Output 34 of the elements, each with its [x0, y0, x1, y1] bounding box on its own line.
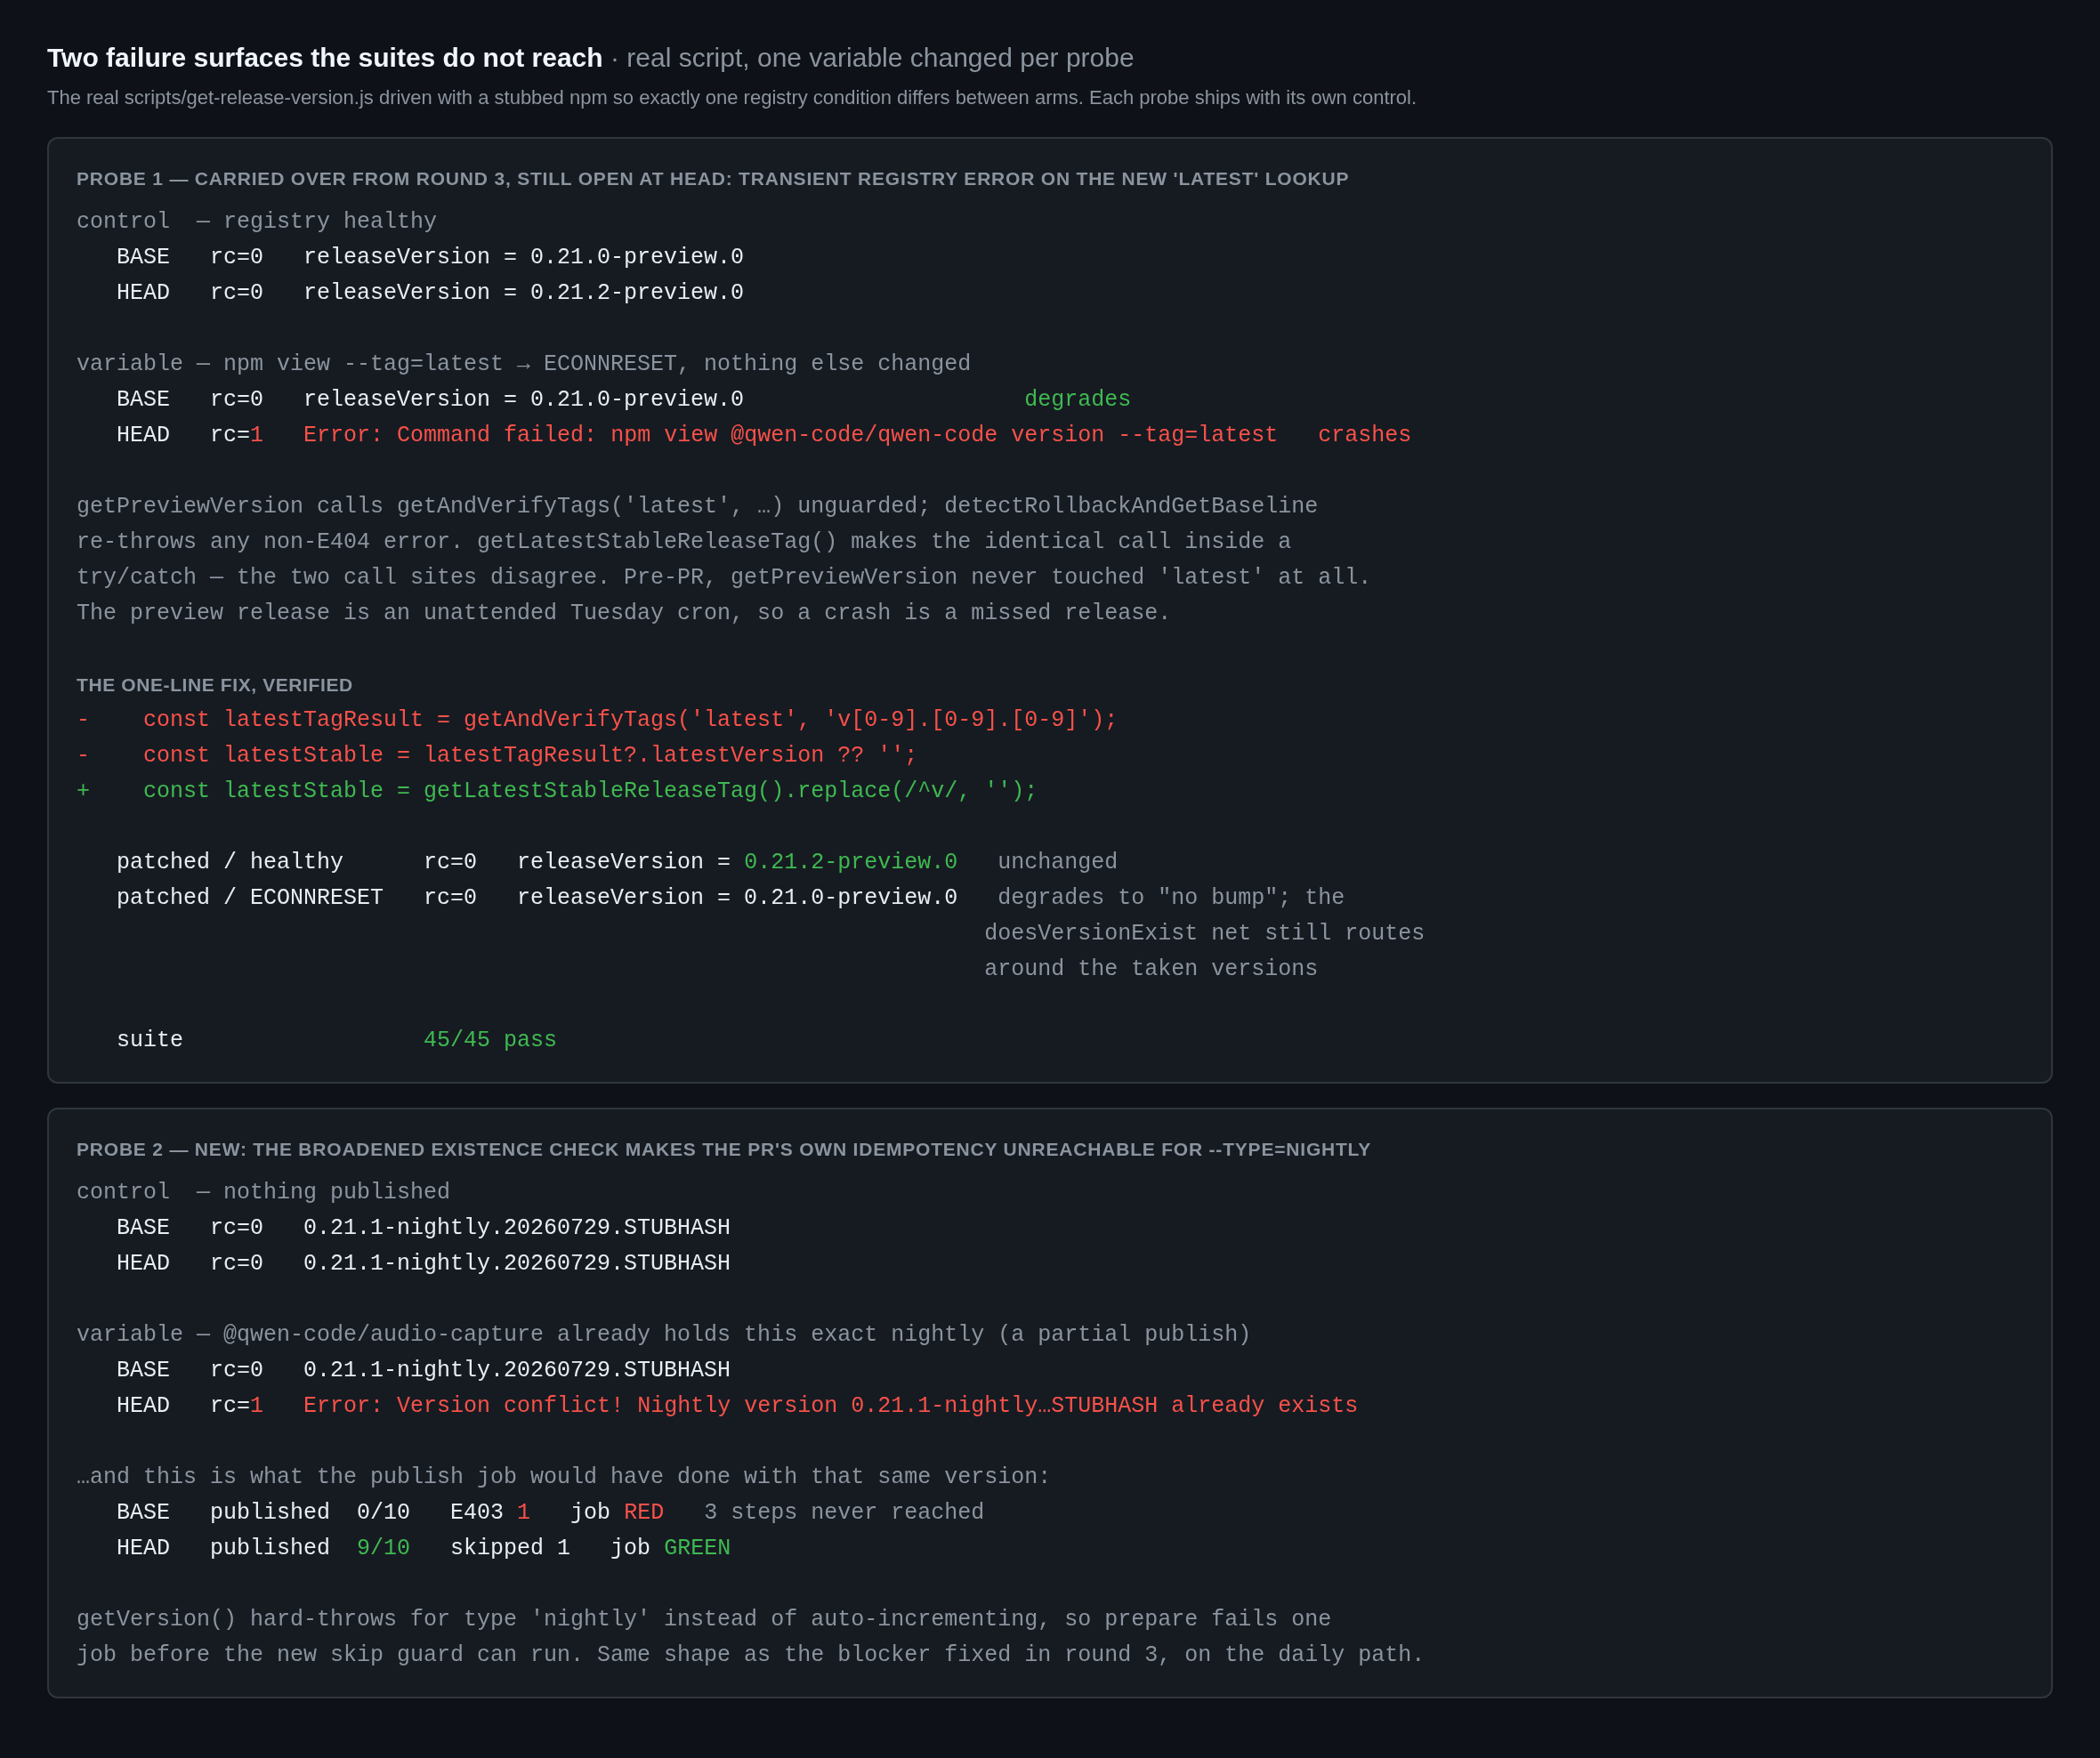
code-line: suite 45/45 pass	[116, 1027, 558, 1055]
code-line: - const latestStable = latestTagResult?.latestVersion ?? '';	[77, 742, 918, 770]
code-line: HEAD rc=1 Error: Version conflict! Nightly version 0.21.1-nightly…STUBHASH already exists	[116, 1392, 1359, 1421]
section-heading: THE ONE-LINE FIX, VERIFIED	[77, 673, 354, 697]
code-line: HEAD published 9/10 skipped 1 job GREEN	[116, 1535, 731, 1563]
code-line: + const latestStable = getLatestStableReleaseTag().replace(/^v/, '');	[77, 778, 1038, 806]
code-line: HEAD rc=1 Error: Command failed: npm view @qwen-code/qwen-code version --tag=latest crashes	[116, 422, 1412, 450]
code-line: control — registry healthy	[77, 208, 438, 237]
code-line: The preview release is an unattended Tuesday cron, so a crash is a missed release.	[77, 600, 1172, 628]
code-line: control — nothing published	[77, 1179, 451, 1207]
code-line: job before the new skip guard can run. Same shape as the blocker fixed in round 3, on the daily path.	[77, 1641, 1426, 1670]
code-line: variable — @qwen-code/audio-capture already holds this exact nightly (a partial publish)	[77, 1321, 1252, 1350]
report-title: Two failure surfaces the suites do not reach · real script, one variable changed per probe	[47, 42, 1135, 74]
code-line: variable — npm view --tag=latest → ECONNRESET, nothing else changed	[77, 351, 972, 379]
probe-title: PROBE 2 — NEW: THE BROADENED EXISTENCE CHECK MAKES THE PR'S OWN IDEMPOTENCY UNREACHABLE FOR --TYPE=NIGHTLY	[77, 1138, 1373, 1161]
report-caption: The real scripts/get-release-version.js driven with a stubbed npm so exactly one registry condition differs between arms. Each probe ships with its own control.	[47, 85, 1418, 110]
code-line: …and this is what the publish job would have done with that same version:	[77, 1464, 1052, 1492]
code-line: HEAD rc=0 releaseVersion = 0.21.2-preview.0	[116, 279, 745, 308]
code-line: BASE published 0/10 E403 1 job RED 3 steps never reached	[116, 1499, 985, 1528]
code-line: around the taken versions	[983, 956, 1319, 984]
code-line: re-throws any non-E404 error. getLatestStableReleaseTag() makes the identical call inside a	[77, 528, 1292, 557]
code-line: BASE rc=0 releaseVersion = 0.21.0-preview.0	[116, 244, 745, 272]
code-line: BASE rc=0 0.21.1-nightly.20260729.STUBHASH	[116, 1214, 731, 1243]
probe-title: PROBE 1 — CARRIED OVER FROM ROUND 3, STILL OPEN AT HEAD: TRANSIENT REGISTRY ERROR ON THE NEW 'LATEST' LOOKUP	[77, 167, 1351, 190]
code-line: HEAD rc=0 0.21.1-nightly.20260729.STUBHASH	[116, 1250, 731, 1278]
code-line: BASE rc=0 0.21.1-nightly.20260729.STUBHASH	[116, 1357, 731, 1385]
code-line: patched / ECONNRESET rc=0 releaseVersion = 0.21.0-preview.0 degrades to "no bump"; the	[116, 884, 1345, 913]
code-line: patched / healthy rc=0 releaseVersion = 0.21.2-preview.0 unchanged	[116, 849, 1119, 877]
code-line: - const latestTagResult = getAndVerifyTags('latest', 'v[0-9].[0-9].[0-9]');	[77, 706, 1119, 735]
code-line: getPreviewVersion calls getAndVerifyTags('latest', …) unguarded; detectRollbackAndGetBaseline	[77, 493, 1319, 521]
code-line: try/catch — the two call sites disagree. Pre-PR, getPreviewVersion never touched 'latest' at all.	[77, 564, 1372, 593]
code-line: getVersion() hard-throws for type 'nightly' instead of auto-incrementing, so prepare fails one	[77, 1606, 1332, 1634]
code-line: BASE rc=0 releaseVersion = 0.21.0-preview.0 degrades	[116, 386, 1132, 415]
code-line: doesVersionExist net still routes	[983, 920, 1426, 948]
